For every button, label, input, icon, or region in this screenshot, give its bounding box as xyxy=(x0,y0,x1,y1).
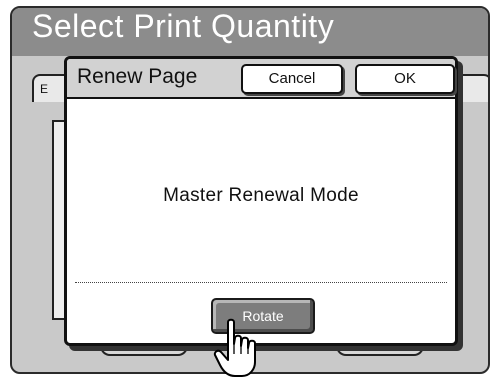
cancel-button[interactable]: Cancel xyxy=(241,64,343,94)
mode-message: Master Renewal Mode xyxy=(163,185,359,206)
dialog-title: Renew Page xyxy=(77,65,198,88)
renew-page-dialog: Renew Page Cancel OK Master Renewal Mode… xyxy=(64,56,458,346)
background-tab-left-label: E xyxy=(40,82,49,96)
hand-pointer-icon xyxy=(213,318,256,377)
title-bar: Select Print Quantity xyxy=(12,8,488,56)
ok-button[interactable]: OK xyxy=(355,64,455,94)
dialog-divider xyxy=(75,282,447,283)
dialog-header: Renew Page Cancel OK xyxy=(67,59,455,99)
screen-title: Select Print Quantity xyxy=(32,8,335,44)
